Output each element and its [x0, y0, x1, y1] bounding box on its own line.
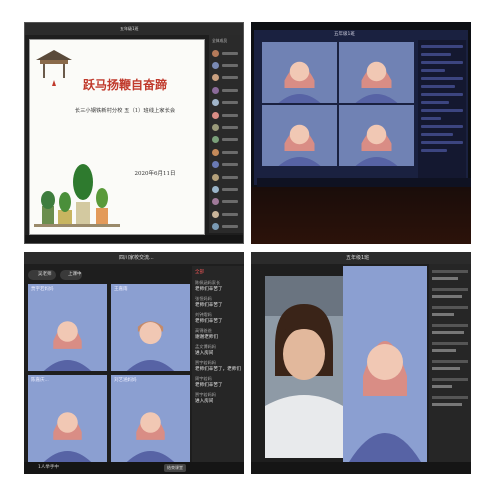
meeting-toolbar — [25, 235, 243, 243]
window-title: 四川家校交流... — [119, 255, 154, 261]
end-class-button[interactable]: 结束课堂 — [164, 464, 186, 472]
participant-sidebar: 全体成员 — [209, 35, 243, 233]
projected-meeting-photo: 五年级1班 — [251, 22, 471, 244]
chat-message: 贾宇若妈妈 进入房间 — [195, 392, 216, 404]
avatar-placeholder-icon — [355, 61, 398, 103]
participant-item[interactable] — [209, 146, 243, 158]
avatar-placeholder-icon — [349, 341, 421, 462]
avatar — [212, 74, 219, 82]
person-video-frame — [265, 276, 343, 458]
raise-hand-count[interactable]: 1人举手中 — [38, 464, 59, 470]
chat-sidebar — [418, 40, 466, 178]
chat-panel: 全部 陈佩涵妈家长 老师们辛苦了 张恒妈妈 老师们辛苦了 刘钟熠妈 老师们辛苦了 高锦… — [192, 266, 244, 462]
participant-item[interactable] — [209, 183, 243, 195]
video-tile — [343, 266, 427, 462]
shared-slide: 跃马扬鞭自奋蹄 长三小钢铁新村分校 五（1）班线上家长会 2020年6月11日 — [29, 39, 205, 235]
participant-item[interactable] — [209, 208, 243, 220]
participant-item[interactable] — [209, 196, 243, 208]
avatar-placeholder-icon — [126, 321, 175, 371]
window-titlebar: 五年级1班 — [25, 23, 243, 35]
video-tile: 王嘉雨 — [111, 284, 190, 371]
avatar — [212, 124, 219, 132]
video-tile — [339, 105, 414, 166]
avatar — [212, 148, 219, 156]
avatar-placeholder-icon — [43, 321, 92, 371]
status-badge: 上课中 — [60, 270, 82, 280]
window-title: 五年级1班 — [346, 255, 370, 261]
avatar — [212, 185, 219, 193]
meeting-toolbar: 1人举手中 结束课堂 — [24, 462, 244, 474]
avatar-placeholder-icon — [355, 124, 398, 166]
tile-label: 王嘉雨 — [114, 287, 128, 292]
participant-item[interactable] — [209, 97, 243, 109]
participant-item[interactable] — [209, 159, 243, 171]
meeting-toolbar — [251, 462, 471, 474]
chat-message: 孟文博妈妈 进入房间 — [195, 344, 216, 356]
avatar-placeholder-icon — [43, 412, 92, 462]
avatar — [212, 223, 219, 231]
potted-plants-illustration — [34, 164, 120, 227]
avatar — [212, 210, 219, 218]
sidebar-header: 全体成员 — [212, 38, 228, 43]
participant-item[interactable] — [209, 121, 243, 133]
chat-message: 张恒妈妈 老师们辛苦了 — [195, 296, 223, 308]
meeting-screenshot-camera: 五年级1班 — [251, 252, 471, 474]
avatar — [212, 99, 219, 107]
avatar — [212, 49, 219, 57]
participant-item[interactable] — [209, 134, 243, 146]
video-tile: 刘艺涵妈妈 — [111, 375, 190, 462]
slide-subtitle: 长三小钢铁新村分校 五（1）班线上家长会 — [74, 108, 176, 114]
window-titlebar: 四川家校交流... — [24, 252, 244, 264]
chat-panel — [429, 264, 471, 462]
chat-message: 周宇若妈 老师们辛苦了 — [195, 376, 223, 388]
video-grid — [262, 42, 414, 166]
meeting-screenshot-slides: 五年级1班 跃马扬鞭自奋蹄 长三小钢铁新村分校 五（1）班线上家长会 2020年… — [24, 22, 244, 244]
participant-item[interactable] — [209, 220, 243, 232]
slide-title: 跃马扬鞭自奋蹄 — [82, 78, 167, 92]
avatar — [212, 86, 219, 94]
tile-label: 刘艺涵妈妈 — [114, 378, 137, 383]
avatar — [212, 161, 219, 169]
avatar — [212, 173, 219, 181]
avatar — [212, 136, 219, 144]
chat-message: 刘钟熠妈 老师们辛苦了 — [195, 312, 223, 324]
chat-tab-all[interactable]: 全部 — [192, 266, 244, 278]
avatar — [212, 198, 219, 206]
participant-item[interactable] — [209, 47, 243, 59]
avatar-placeholder-icon — [278, 124, 321, 166]
video-tile: 陈嘉庆... — [28, 375, 107, 462]
chat-message: 贾宇若妈妈 老师们辛苦了，老师们 — [195, 360, 241, 372]
video-tile: 贾宇若妈妈 — [28, 284, 107, 371]
video-tile — [262, 42, 337, 103]
participant-item[interactable] — [209, 72, 243, 84]
host-badge[interactable]: 吴老师 — [28, 270, 56, 280]
avatar — [212, 111, 219, 119]
projector-screen: 五年级1班 — [254, 30, 471, 193]
meeting-screenshot-gallery: 四川家校交流... 贾宇若妈妈 王嘉雨 陈嘉庆... 刘艺涵妈妈 吴老师 上课中… — [24, 252, 244, 474]
participant-item[interactable] — [209, 59, 243, 71]
video-tile — [262, 105, 337, 166]
participant-item[interactable] — [209, 109, 243, 121]
room-floor — [251, 187, 471, 244]
avatar — [212, 62, 219, 70]
screen-title: 五年级1班 — [334, 32, 355, 37]
chat-message: 陈佩涵妈家长 老师们辛苦了 — [195, 280, 223, 292]
avatar-placeholder-icon — [126, 412, 175, 462]
window-titlebar: 五年级1班 — [251, 252, 471, 264]
video-grid: 贾宇若妈妈 王嘉雨 陈嘉庆... 刘艺涵妈妈 — [28, 266, 190, 462]
tile-label: 陈嘉庆... — [31, 378, 49, 383]
teacher-camera-video — [265, 276, 343, 458]
window-title: 五年级1班 — [120, 26, 139, 31]
avatar-placeholder-icon — [278, 61, 321, 103]
video-tile — [339, 42, 414, 103]
chat-message: 高锦爸爸 谢谢老师们 — [195, 328, 218, 340]
tile-label: 贾宇若妈妈 — [31, 287, 54, 292]
participant-item[interactable] — [209, 171, 243, 183]
participant-item[interactable] — [209, 84, 243, 96]
